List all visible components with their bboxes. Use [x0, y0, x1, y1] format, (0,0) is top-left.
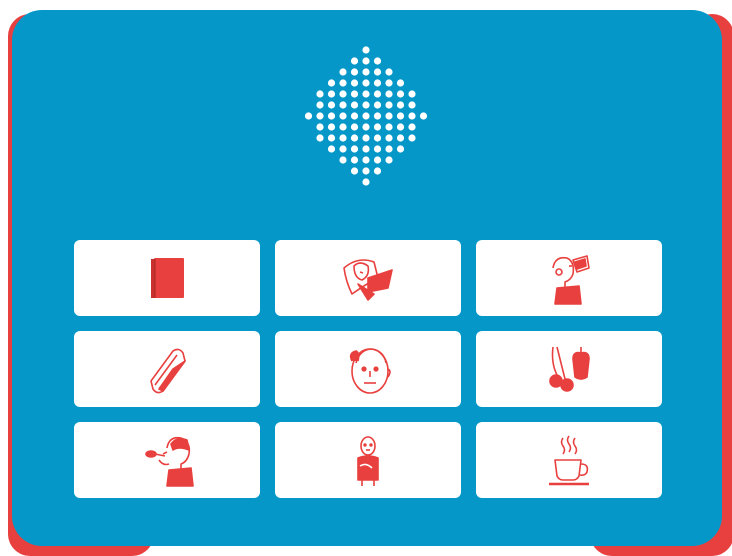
speaker-dot: [350, 90, 359, 98]
speaker-dot: [350, 68, 359, 76]
sleep-on-pillow-icon: [343, 259, 393, 301]
speaker-dot: [373, 167, 382, 175]
speaker-dot: [385, 134, 393, 142]
speaker-dot: [362, 90, 370, 98]
speaker-dot: [362, 68, 370, 76]
speaker-dot: [396, 112, 405, 120]
fruit-icon: [549, 346, 590, 392]
speaker-dot: [327, 79, 336, 87]
speaker-dot: [327, 101, 336, 109]
face-icon: [349, 348, 391, 394]
speaker-dot: [339, 145, 347, 153]
speaker-dot: [327, 112, 336, 120]
speaker-dot: [396, 123, 405, 131]
drink-button[interactable]: [476, 240, 662, 316]
speaker-dot: [385, 145, 393, 153]
wallet-button[interactable]: [74, 331, 260, 407]
speaker-dot: [304, 112, 313, 120]
speaker-dot: [350, 167, 359, 175]
speaker-dot: [419, 112, 428, 120]
speaker-dot: [362, 112, 370, 120]
speaker-dot: [373, 90, 382, 98]
speaker-dot: [339, 156, 347, 164]
speaker-dot: [385, 156, 393, 164]
speaker-dot: [396, 145, 405, 153]
speaker-dot: [373, 57, 382, 65]
hot-drink-cup-icon: [549, 435, 589, 486]
speaker-dot: [408, 123, 416, 131]
speaker-dot: [350, 145, 359, 153]
person-button[interactable]: [275, 422, 461, 498]
speaker-dot: [408, 101, 416, 109]
speaker-dot: [350, 57, 359, 65]
speaker-dot: [373, 101, 382, 109]
speaker-dot: [385, 68, 393, 76]
face-button[interactable]: [275, 331, 461, 407]
speaker-dot: [408, 134, 416, 142]
speaker-dot: [327, 145, 336, 153]
speaker-dot: [339, 90, 347, 98]
speaker-dot: [396, 134, 405, 142]
speaker-dot: [362, 46, 370, 54]
speaker-dot: [362, 101, 370, 109]
speaker-dot: [362, 167, 370, 175]
speaker-dot: [385, 79, 393, 87]
speaker-dot: [373, 123, 382, 131]
speaker-dot: [362, 178, 370, 186]
speaker-dot: [408, 90, 416, 98]
fruit-button[interactable]: [476, 331, 662, 407]
book-icon: [151, 258, 184, 298]
speaker-dot: [339, 123, 347, 131]
wallet-icon: [150, 348, 186, 394]
speaker-dot: [408, 112, 416, 120]
drink-icon: [552, 255, 590, 305]
button-grid: [74, 240, 664, 498]
speaker-dot: [362, 123, 370, 131]
speaker-grille: [304, 46, 428, 186]
speaker-dot: [396, 101, 405, 109]
speaker-dot: [385, 101, 393, 109]
speaker-dot: [373, 68, 382, 76]
speaker-dot: [373, 134, 382, 142]
eat-with-spoon-icon: [145, 436, 194, 487]
book-button[interactable]: [74, 240, 260, 316]
speaker-dot: [327, 134, 336, 142]
speaker-dot: [396, 90, 405, 98]
speaker-dot: [362, 156, 370, 164]
speaker-dot: [350, 123, 359, 131]
speaker-dot: [339, 112, 347, 120]
speaker-dot: [316, 90, 324, 98]
eat-button[interactable]: [74, 422, 260, 498]
speaker-dot: [396, 79, 405, 87]
speaker-dot: [327, 90, 336, 98]
speaker-dot: [362, 79, 370, 87]
speaker-dot: [316, 112, 324, 120]
speaker-dot: [350, 112, 359, 120]
sleep-button[interactable]: [275, 240, 461, 316]
speaker-dot: [373, 112, 382, 120]
speaker-dot: [350, 101, 359, 109]
speaker-dot: [385, 123, 393, 131]
speaker-dot: [385, 112, 393, 120]
speaker-dot: [350, 79, 359, 87]
speaker-dot: [350, 134, 359, 142]
speaker-dot: [373, 145, 382, 153]
speaker-dot: [327, 123, 336, 131]
speaker-dot: [316, 134, 324, 142]
person-icon: [357, 436, 379, 486]
speaker-dot: [362, 145, 370, 153]
speaker-dot: [339, 134, 347, 142]
speaker-dot: [362, 57, 370, 65]
hot-drink-button[interactable]: [476, 422, 662, 498]
speaker-dot: [385, 90, 393, 98]
speaker-dot: [339, 68, 347, 76]
speaker-dot: [339, 79, 347, 87]
speaker-dot: [316, 123, 324, 131]
speaker-dot: [339, 101, 347, 109]
speaker-dot: [373, 79, 382, 87]
speaker-dot: [316, 101, 324, 109]
speaker-dot: [350, 156, 359, 164]
speaker-dot: [373, 156, 382, 164]
speaker-dot: [362, 134, 370, 142]
